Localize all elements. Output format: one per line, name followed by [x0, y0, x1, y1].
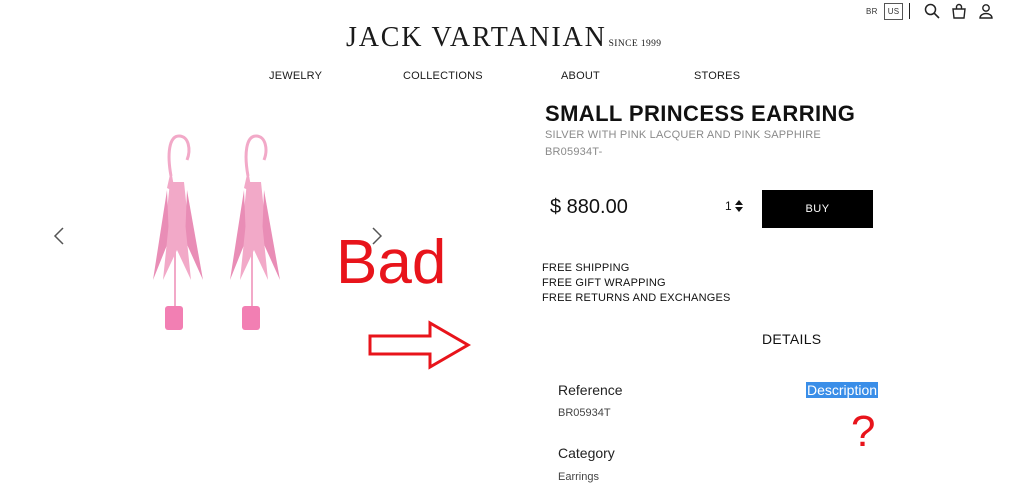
- logo-wordmark: JACK VARTANIAN: [346, 22, 607, 53]
- nav-jewelry[interactable]: JEWELRY: [269, 70, 322, 82]
- logo-since: SINCE 1999: [608, 39, 662, 49]
- annotation-arrow-icon: [368, 320, 471, 370]
- perk-free-gift-wrapping: FREE GIFT WRAPPING: [542, 277, 666, 289]
- reference-label: Reference: [558, 382, 623, 398]
- category-label: Category: [558, 445, 615, 461]
- locale-br[interactable]: BR: [866, 7, 878, 16]
- earring-image-right: [230, 134, 280, 330]
- user-icon[interactable]: [978, 3, 994, 19]
- category-value: Earrings: [558, 471, 599, 483]
- locale-switcher: BR US: [866, 3, 904, 20]
- product-title: SMALL PRINCESS EARRING: [545, 101, 856, 126]
- bag-icon[interactable]: [951, 3, 967, 19]
- product-subtitle: SILVER WITH PINK LACQUER AND PINK SAPPHI…: [545, 129, 821, 141]
- annotation-bad-text: Bad: [336, 228, 447, 297]
- locale-us[interactable]: US: [883, 3, 904, 20]
- product-price: $ 880.00: [550, 196, 628, 218]
- description-tab[interactable]: Description: [806, 382, 879, 398]
- perk-free-shipping: FREE SHIPPING: [542, 262, 630, 274]
- stepper-arrows-icon[interactable]: [734, 199, 744, 213]
- header-divider: [909, 3, 910, 19]
- nav-about[interactable]: ABOUT: [561, 70, 600, 82]
- annotation-question-mark: ?: [851, 407, 876, 456]
- earring-image-left: [153, 134, 203, 330]
- reference-value: BR05934T: [558, 407, 611, 419]
- quantity-value: 1: [725, 199, 732, 213]
- details-heading[interactable]: DETAILS: [762, 331, 821, 347]
- perk-free-returns: FREE RETURNS AND EXCHANGES: [542, 292, 731, 304]
- chevron-left-icon[interactable]: [51, 224, 67, 248]
- buy-button[interactable]: BUY: [762, 190, 873, 228]
- search-icon[interactable]: [924, 3, 940, 19]
- product-sku: BR05934T-: [545, 146, 603, 158]
- brand-logo[interactable]: JACK VARTANIAN SINCE 1999: [346, 22, 661, 54]
- quantity-stepper[interactable]: 1: [725, 199, 744, 213]
- nav-stores[interactable]: STORES: [694, 70, 740, 82]
- nav-collections[interactable]: COLLECTIONS: [403, 70, 483, 82]
